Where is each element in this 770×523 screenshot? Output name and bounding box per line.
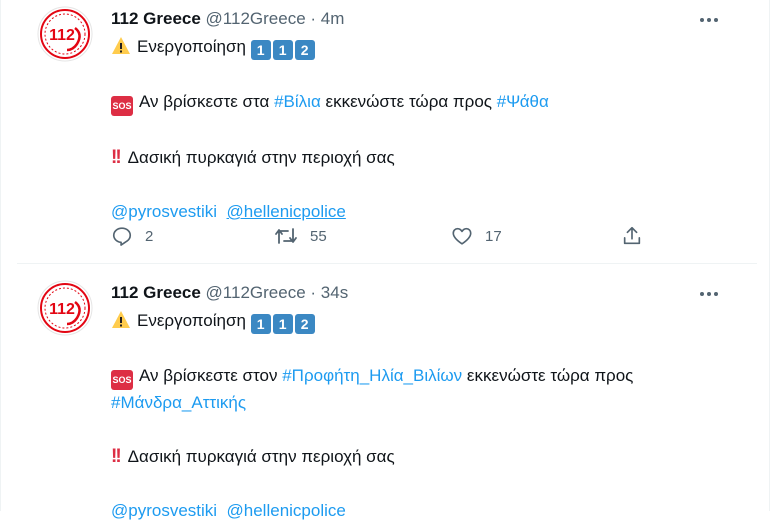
tweet[interactable]: 112 112 Greece @112Greece · 34s Ενεργοπο… bbox=[17, 264, 757, 520]
mention-link[interactable]: @pyrosvestiki bbox=[111, 202, 217, 221]
timeline: 112 112 Greece @112Greece · 4m Ενεργοποί… bbox=[0, 0, 770, 520]
retweet-count: 55 bbox=[310, 227, 327, 245]
avatar[interactable]: 112 bbox=[37, 280, 93, 336]
separator: · bbox=[310, 283, 317, 302]
keycap-2: 2 bbox=[294, 314, 315, 334]
warning-text: Δασική πυρκαγιά στην περιοχή σας bbox=[127, 447, 395, 466]
keycap-2: 2 bbox=[294, 40, 315, 60]
hashtag-link[interactable]: #Βίλια bbox=[274, 92, 321, 111]
retweet-icon bbox=[275, 228, 297, 244]
reply-icon bbox=[112, 227, 132, 246]
sos-icon: SOS bbox=[111, 370, 133, 390]
warning-text: Δασική πυρκαγιά στην περιοχή σας bbox=[127, 148, 395, 167]
warning-icon bbox=[112, 311, 130, 328]
like-button[interactable]: 17 bbox=[451, 222, 502, 250]
mentions-line: @pyrosvestiki @hellenicpolice bbox=[111, 199, 737, 224]
handle[interactable]: @112Greece bbox=[206, 283, 306, 302]
tweet-header: 112 Greece @112Greece · 4m bbox=[111, 8, 737, 30]
evacuation-text-mid: εκκενώστε τώρα προς bbox=[462, 366, 634, 385]
tweet-actions: 2 55 17 bbox=[111, 222, 751, 250]
display-name[interactable]: 112 Greece bbox=[111, 9, 201, 28]
display-name[interactable]: 112 Greece bbox=[111, 283, 201, 302]
evacuation-line: SOS Αν βρίσκεστε στα #Βίλια εκκενώστε τώρ… bbox=[111, 89, 737, 116]
activation-text: Ενεργοποίηση bbox=[137, 311, 246, 330]
like-icon bbox=[452, 227, 472, 245]
activation-line: Ενεργοποίηση 112 bbox=[111, 308, 737, 334]
avatar[interactable]: 112 bbox=[37, 6, 93, 62]
sos-icon: SOS bbox=[111, 96, 133, 116]
avatar-text: 112 bbox=[49, 27, 75, 44]
hashtag-link[interactable]: #Προφήτη_Ηλία_Βιλίων bbox=[282, 366, 462, 385]
double-exclamation-icon: !! bbox=[111, 147, 122, 168]
warning-line: !! Δασική πυρκαγιά στην περιοχή σας bbox=[111, 444, 737, 469]
keycap-1: 1 bbox=[250, 314, 271, 334]
like-count: 17 bbox=[485, 227, 502, 245]
separator: · bbox=[310, 9, 317, 28]
reply-count: 2 bbox=[145, 227, 154, 245]
double-exclamation-icon: !! bbox=[111, 446, 122, 467]
avatar-text: 112 bbox=[49, 301, 75, 318]
tweet[interactable]: 112 112 Greece @112Greece · 4m Ενεργοποί… bbox=[17, 0, 757, 264]
hashtag-link[interactable]: #Ψάθα bbox=[497, 92, 549, 111]
handle[interactable]: @112Greece bbox=[206, 9, 306, 28]
share-icon bbox=[623, 226, 641, 245]
evacuation-text-mid: εκκενώστε τώρα προς bbox=[320, 92, 497, 111]
retweet-button[interactable]: 55 bbox=[274, 222, 327, 250]
keycap-1: 1 bbox=[272, 314, 293, 334]
warning-icon bbox=[112, 37, 130, 54]
reply-button[interactable]: 2 bbox=[111, 222, 153, 250]
timestamp[interactable]: 34s bbox=[321, 283, 348, 302]
share-button[interactable] bbox=[621, 222, 655, 250]
evacuation-text-pre: Αν βρίσκεστε στον bbox=[139, 366, 283, 385]
mention-link[interactable]: @hellenicpolice bbox=[227, 202, 346, 221]
timestamp[interactable]: 4m bbox=[321, 9, 345, 28]
more-icon[interactable] bbox=[697, 284, 721, 304]
warning-line: !! Δασική πυρκαγιά στην περιοχή σας bbox=[111, 145, 737, 170]
evacuation-text-pre: Αν βρίσκεστε στα bbox=[139, 92, 275, 111]
evacuation-line-cont: #Μάνδρα_Αττικής bbox=[111, 390, 737, 415]
tweet-header: 112 Greece @112Greece · 34s bbox=[111, 282, 737, 304]
more-icon[interactable] bbox=[697, 10, 721, 30]
activation-line: Ενεργοποίηση 112 bbox=[111, 34, 737, 60]
activation-text: Ενεργοποίηση bbox=[137, 37, 246, 56]
keycap-1: 1 bbox=[272, 40, 293, 60]
hashtag-link[interactable]: #Μάνδρα_Αττικής bbox=[111, 393, 246, 412]
evacuation-line: SOS Αν βρίσκεστε στον #Προφήτη_Ηλία_Βιλίω… bbox=[111, 363, 737, 390]
keycap-1: 1 bbox=[250, 40, 271, 60]
